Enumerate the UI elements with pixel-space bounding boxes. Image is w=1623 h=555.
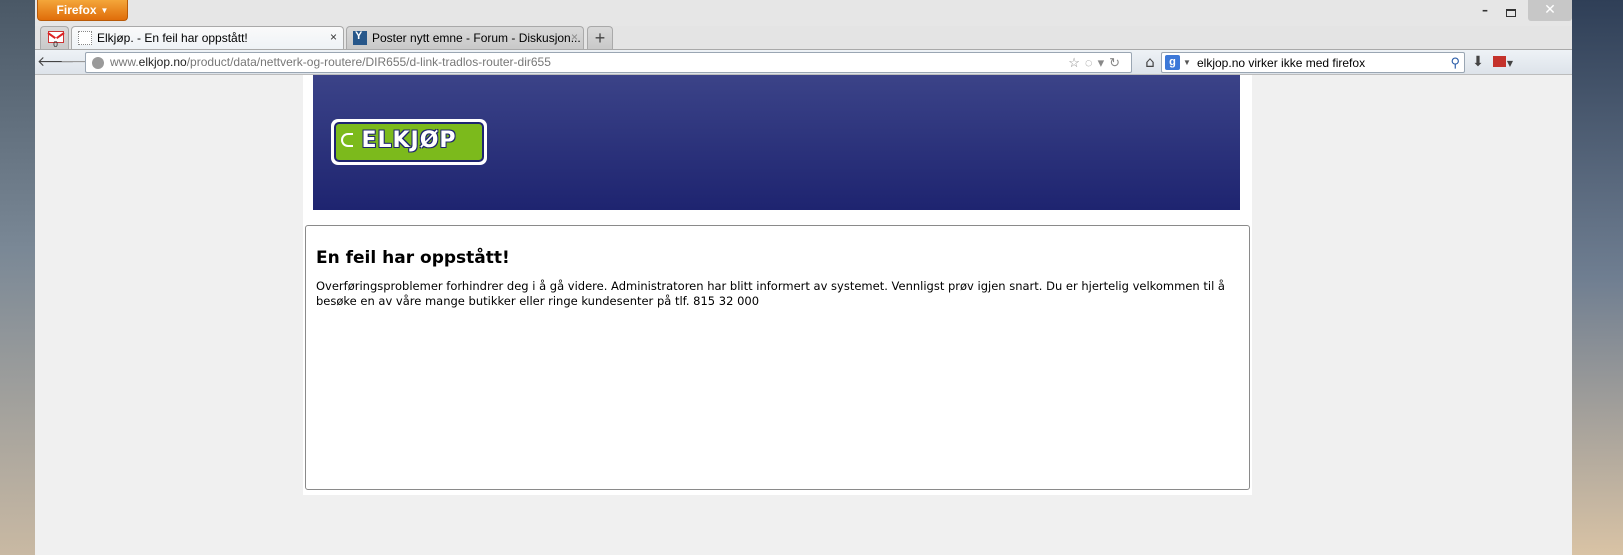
url-text[interactable]: www.elkjop.no/product/data/nettverk-og-r… xyxy=(110,53,551,72)
url-path: /product/data/nettverk-og-routere/DIR655… xyxy=(186,55,551,69)
error-title: En feil har oppstått! xyxy=(316,248,510,268)
gmail-unread-count: 0 xyxy=(53,40,59,49)
plug-icon xyxy=(341,133,353,147)
tab-title: Elkjøp. - En feil har oppstått! xyxy=(97,31,248,45)
error-message: Overføringsproblemer forhindrer deg i å … xyxy=(316,279,1225,308)
tab-gmail-app[interactable]: 0 xyxy=(40,26,69,50)
search-bar[interactable]: g ▼ ⚲ xyxy=(1161,52,1465,73)
page-container: ELKJØP En feil har oppstått! Overførings… xyxy=(303,75,1252,495)
site-header-banner: ELKJØP xyxy=(313,75,1240,210)
maximize-button[interactable] xyxy=(1498,0,1524,21)
address-bar[interactable]: www.elkjop.no/product/data/nettverk-og-r… xyxy=(85,52,1132,73)
address-bar-icons[interactable]: ☆◌▾↻ xyxy=(1068,53,1125,72)
minimize-button[interactable]: – xyxy=(1472,0,1498,21)
chevron-down-icon[interactable]: ▼ xyxy=(1183,53,1191,72)
tab-close-button[interactable]: × xyxy=(330,30,337,44)
logo-text: ELKJØP xyxy=(361,128,457,153)
url-domain: elkjop.no xyxy=(138,55,187,69)
back-button[interactable]: 🡐 xyxy=(37,53,75,71)
chevron-down-icon: ▼ xyxy=(100,6,109,15)
browser-window: Firefox ▼ – ✕ 0 Elkjøp. - En feil har opp… xyxy=(35,0,1572,555)
error-panel: En feil har oppstått! Overføringsproblem… xyxy=(305,225,1250,490)
navigation-toolbar: 🡐 🡒 www.elkjop.no/product/data/nettverk-… xyxy=(35,49,1572,75)
addon-button[interactable]: ▼ xyxy=(1491,53,1515,71)
close-window-button[interactable]: ✕ xyxy=(1528,0,1572,21)
blank-page-icon xyxy=(78,31,92,45)
google-icon[interactable]: g xyxy=(1165,55,1180,70)
desktop-background xyxy=(1572,0,1623,555)
downloads-button[interactable]: ⬇ xyxy=(1469,53,1487,71)
tab-forum[interactable]: Poster nytt emne - Forum - Diskusjon... … xyxy=(346,26,584,50)
firefox-menu-button[interactable]: Firefox ▼ xyxy=(37,0,128,21)
new-tab-button[interactable]: + xyxy=(587,26,613,50)
title-bar: Firefox ▼ – ✕ xyxy=(35,0,1572,26)
search-input[interactable] xyxy=(1197,55,1442,71)
tab-title: Poster nytt emne - Forum - Diskusjon... xyxy=(372,31,581,45)
search-icon[interactable]: ⚲ xyxy=(1450,53,1460,72)
chevron-down-icon: ▼ xyxy=(1506,59,1514,68)
page-viewport: ELKJØP En feil har oppstått! Overførings… xyxy=(35,75,1572,555)
tab-close-button[interactable]: × xyxy=(571,30,578,44)
tab-strip: 0 Elkjøp. - En feil har oppstått! × Post… xyxy=(35,26,1572,50)
maximize-icon xyxy=(1506,9,1516,17)
addon-icon xyxy=(1492,56,1506,67)
firefox-menu-label: Firefox xyxy=(56,3,97,17)
home-button[interactable]: ⌂ xyxy=(1141,53,1159,71)
forum-favicon-icon xyxy=(353,30,367,45)
site-identity-icon[interactable] xyxy=(92,57,104,69)
tab-elkjop[interactable]: Elkjøp. - En feil har oppstått! × xyxy=(71,26,344,50)
url-prefix: www. xyxy=(110,55,139,69)
forward-button[interactable]: 🡒 xyxy=(60,53,98,71)
elkjop-logo[interactable]: ELKJØP xyxy=(331,119,487,165)
logo-wordmark: ELKJØP xyxy=(334,122,484,162)
